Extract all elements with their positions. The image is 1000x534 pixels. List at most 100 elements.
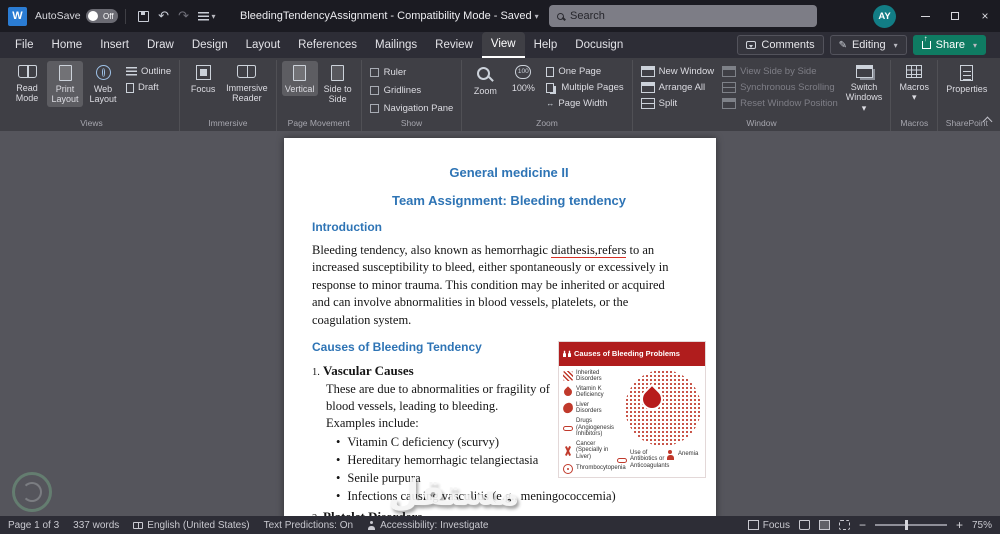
item-number: 1. — [312, 366, 320, 378]
word-count[interactable]: 337 words — [73, 520, 119, 531]
macros-button[interactable]: Macros ▾ — [896, 61, 932, 105]
share-button[interactable]: Share ▾ — [912, 34, 986, 55]
document-title[interactable]: BleedingTendencyAssignment - Compatibili… — [240, 0, 539, 32]
web-layout-button[interactable]: Web Layout — [85, 61, 121, 107]
switch-windows-button[interactable]: Switch Windows ▾ — [843, 61, 886, 115]
multiple-pages-label: Multiple Pages — [561, 82, 624, 93]
search-box[interactable] — [549, 5, 817, 27]
menu-tab-home[interactable]: Home — [43, 32, 92, 58]
ribbon-tab-bar: File Home Insert Draw Design Layout Refe… — [0, 32, 1000, 58]
zoom-icon — [476, 67, 490, 80]
word-logo-icon[interactable]: W — [8, 6, 27, 26]
avatar[interactable]: AY — [873, 4, 896, 28]
immersive-reader-button[interactable]: Immersive Reader — [223, 61, 271, 106]
editing-mode-button[interactable]: ✎ Editing ▾ — [829, 35, 907, 55]
zoom-slider[interactable] — [874, 520, 947, 530]
accessibility-status[interactable]: Accessibility: Investigate — [367, 520, 488, 531]
menu-tab-design[interactable]: Design — [183, 32, 237, 58]
search-input[interactable] — [570, 10, 809, 22]
focus-icon — [747, 520, 759, 530]
zoom-out-button[interactable]: − — [859, 519, 866, 531]
infographic-title: Causes of Bleeding Problems — [574, 349, 680, 358]
multiple-pages-button[interactable]: Multiple Pages — [543, 81, 626, 94]
zoom-percentage[interactable]: 75% — [972, 520, 992, 531]
navigation-pane-label: Navigation Pane — [383, 103, 454, 114]
views-group-label: Views — [80, 118, 103, 128]
autosave-control[interactable]: AutoSave Off — [35, 9, 118, 23]
one-page-button[interactable]: One Page — [543, 65, 626, 78]
menu-tab-help[interactable]: Help — [525, 32, 567, 58]
immersive-reader-label: Immersive Reader — [226, 83, 268, 104]
maximize-button[interactable] — [940, 0, 970, 32]
print-layout-button[interactable]: Print Layout — [47, 61, 83, 107]
pencil-icon: ✎ — [838, 39, 847, 51]
properties-icon — [960, 65, 974, 81]
dotted-globe-graphic — [625, 369, 701, 446]
read-mode-button[interactable]: Read Mode — [9, 61, 45, 106]
menu-tab-mailings[interactable]: Mailings — [366, 32, 426, 58]
switch-windows-icon — [855, 65, 873, 78]
menu-tab-layout[interactable]: Layout — [237, 32, 290, 58]
infographic-image[interactable]: Causes of Bleeding Problems Inherited Di… — [558, 341, 706, 478]
vertical-button[interactable]: Vertical — [281, 61, 318, 97]
word-window: W AutoSave Off ↶ ↷ ▾ BleedingTendencyAss… — [0, 0, 1000, 534]
vertical-label: Vertical — [284, 84, 315, 94]
quick-access-menu-icon[interactable] — [197, 11, 209, 21]
zoom-100-label: 100% — [511, 83, 535, 93]
navigation-pane-checkbox[interactable]: Navigation Pane — [367, 101, 457, 116]
zoom-button[interactable]: Zoom — [467, 61, 503, 98]
outline-button[interactable]: Outline — [123, 65, 174, 78]
page-width-button[interactable]: ↔ Page Width — [543, 97, 626, 110]
side-to-side-button[interactable]: Side to Side — [320, 61, 356, 107]
chevron-down-icon: ▾ — [972, 40, 977, 50]
focus-mode-button[interactable]: Focus — [747, 520, 790, 531]
autosave-toggle[interactable]: Off — [85, 9, 118, 23]
menu-tab-draw[interactable]: Draw — [138, 32, 183, 58]
zoom-100-button[interactable]: 100 100% — [505, 61, 541, 95]
save-icon[interactable] — [137, 10, 149, 22]
page-indicator[interactable]: Page 1 of 3 — [8, 520, 59, 531]
gridlines-checkbox[interactable]: Gridlines — [367, 83, 457, 98]
print-layout-view-button[interactable] — [818, 520, 830, 530]
synchronous-scrolling-icon — [722, 82, 737, 93]
menu-tab-insert[interactable]: Insert — [91, 32, 138, 58]
focus-button[interactable]: Focus — [185, 61, 221, 96]
web-layout-view-button[interactable] — [838, 520, 850, 530]
accessibility-label: Accessibility: Investigate — [380, 519, 489, 531]
menu-tab-references[interactable]: References — [289, 32, 366, 58]
comments-button[interactable]: Comments — [737, 35, 824, 55]
chevron-down-icon[interactable]: ▾ — [212, 12, 216, 21]
page-width-label: Page Width — [558, 98, 608, 109]
zoom-in-button[interactable]: + — [956, 519, 963, 531]
zoom-group-label: Zoom — [536, 118, 558, 128]
read-mode-view-button[interactable] — [798, 520, 810, 530]
split-button[interactable]: Split — [638, 97, 717, 110]
menu-tab-docusign[interactable]: Docusign — [566, 32, 632, 58]
document-canvas[interactable]: General medicine II Team Assignment: Ble… — [0, 131, 1000, 516]
menu-tab-file[interactable]: File — [6, 32, 43, 58]
intro-paragraph: Bleeding tendency, also known as hemorrh… — [312, 242, 684, 330]
list-item: Vitamin K Deficiency — [562, 386, 615, 399]
properties-button[interactable]: Properties — [943, 61, 990, 96]
zoom-slider-thumb[interactable] — [905, 520, 909, 530]
ruler-checkbox[interactable]: Ruler — [367, 65, 457, 80]
document-page[interactable]: General medicine II Team Assignment: Ble… — [284, 138, 716, 516]
infographic-left-list: Inherited Disorders Vitamin K Deficiency… — [562, 370, 626, 474]
drugs-icon — [563, 426, 573, 432]
undo-icon[interactable]: ↶ — [154, 8, 174, 24]
menu-tab-review[interactable]: Review — [426, 32, 482, 58]
new-window-button[interactable]: New Window — [638, 65, 717, 78]
proofing-status[interactable]: English (United States) — [133, 519, 250, 531]
close-button[interactable]: × — [970, 0, 1000, 32]
menu-tab-view[interactable]: View — [481, 32, 525, 58]
minimize-button[interactable] — [910, 0, 940, 32]
show-group-label: Show — [400, 118, 423, 128]
draft-button[interactable]: Draft — [123, 81, 174, 94]
ruler-label: Ruler — [383, 67, 407, 78]
chevron-down-icon[interactable]: ▾ — [535, 12, 539, 21]
text-predictions[interactable]: Text Predictions: On — [264, 520, 353, 531]
arrange-all-button[interactable]: Arrange All — [638, 81, 717, 94]
language-label: English (United States) — [147, 519, 250, 531]
redo-icon: ↷ — [178, 8, 189, 23]
immersive-group-label: Immersive — [208, 118, 248, 128]
